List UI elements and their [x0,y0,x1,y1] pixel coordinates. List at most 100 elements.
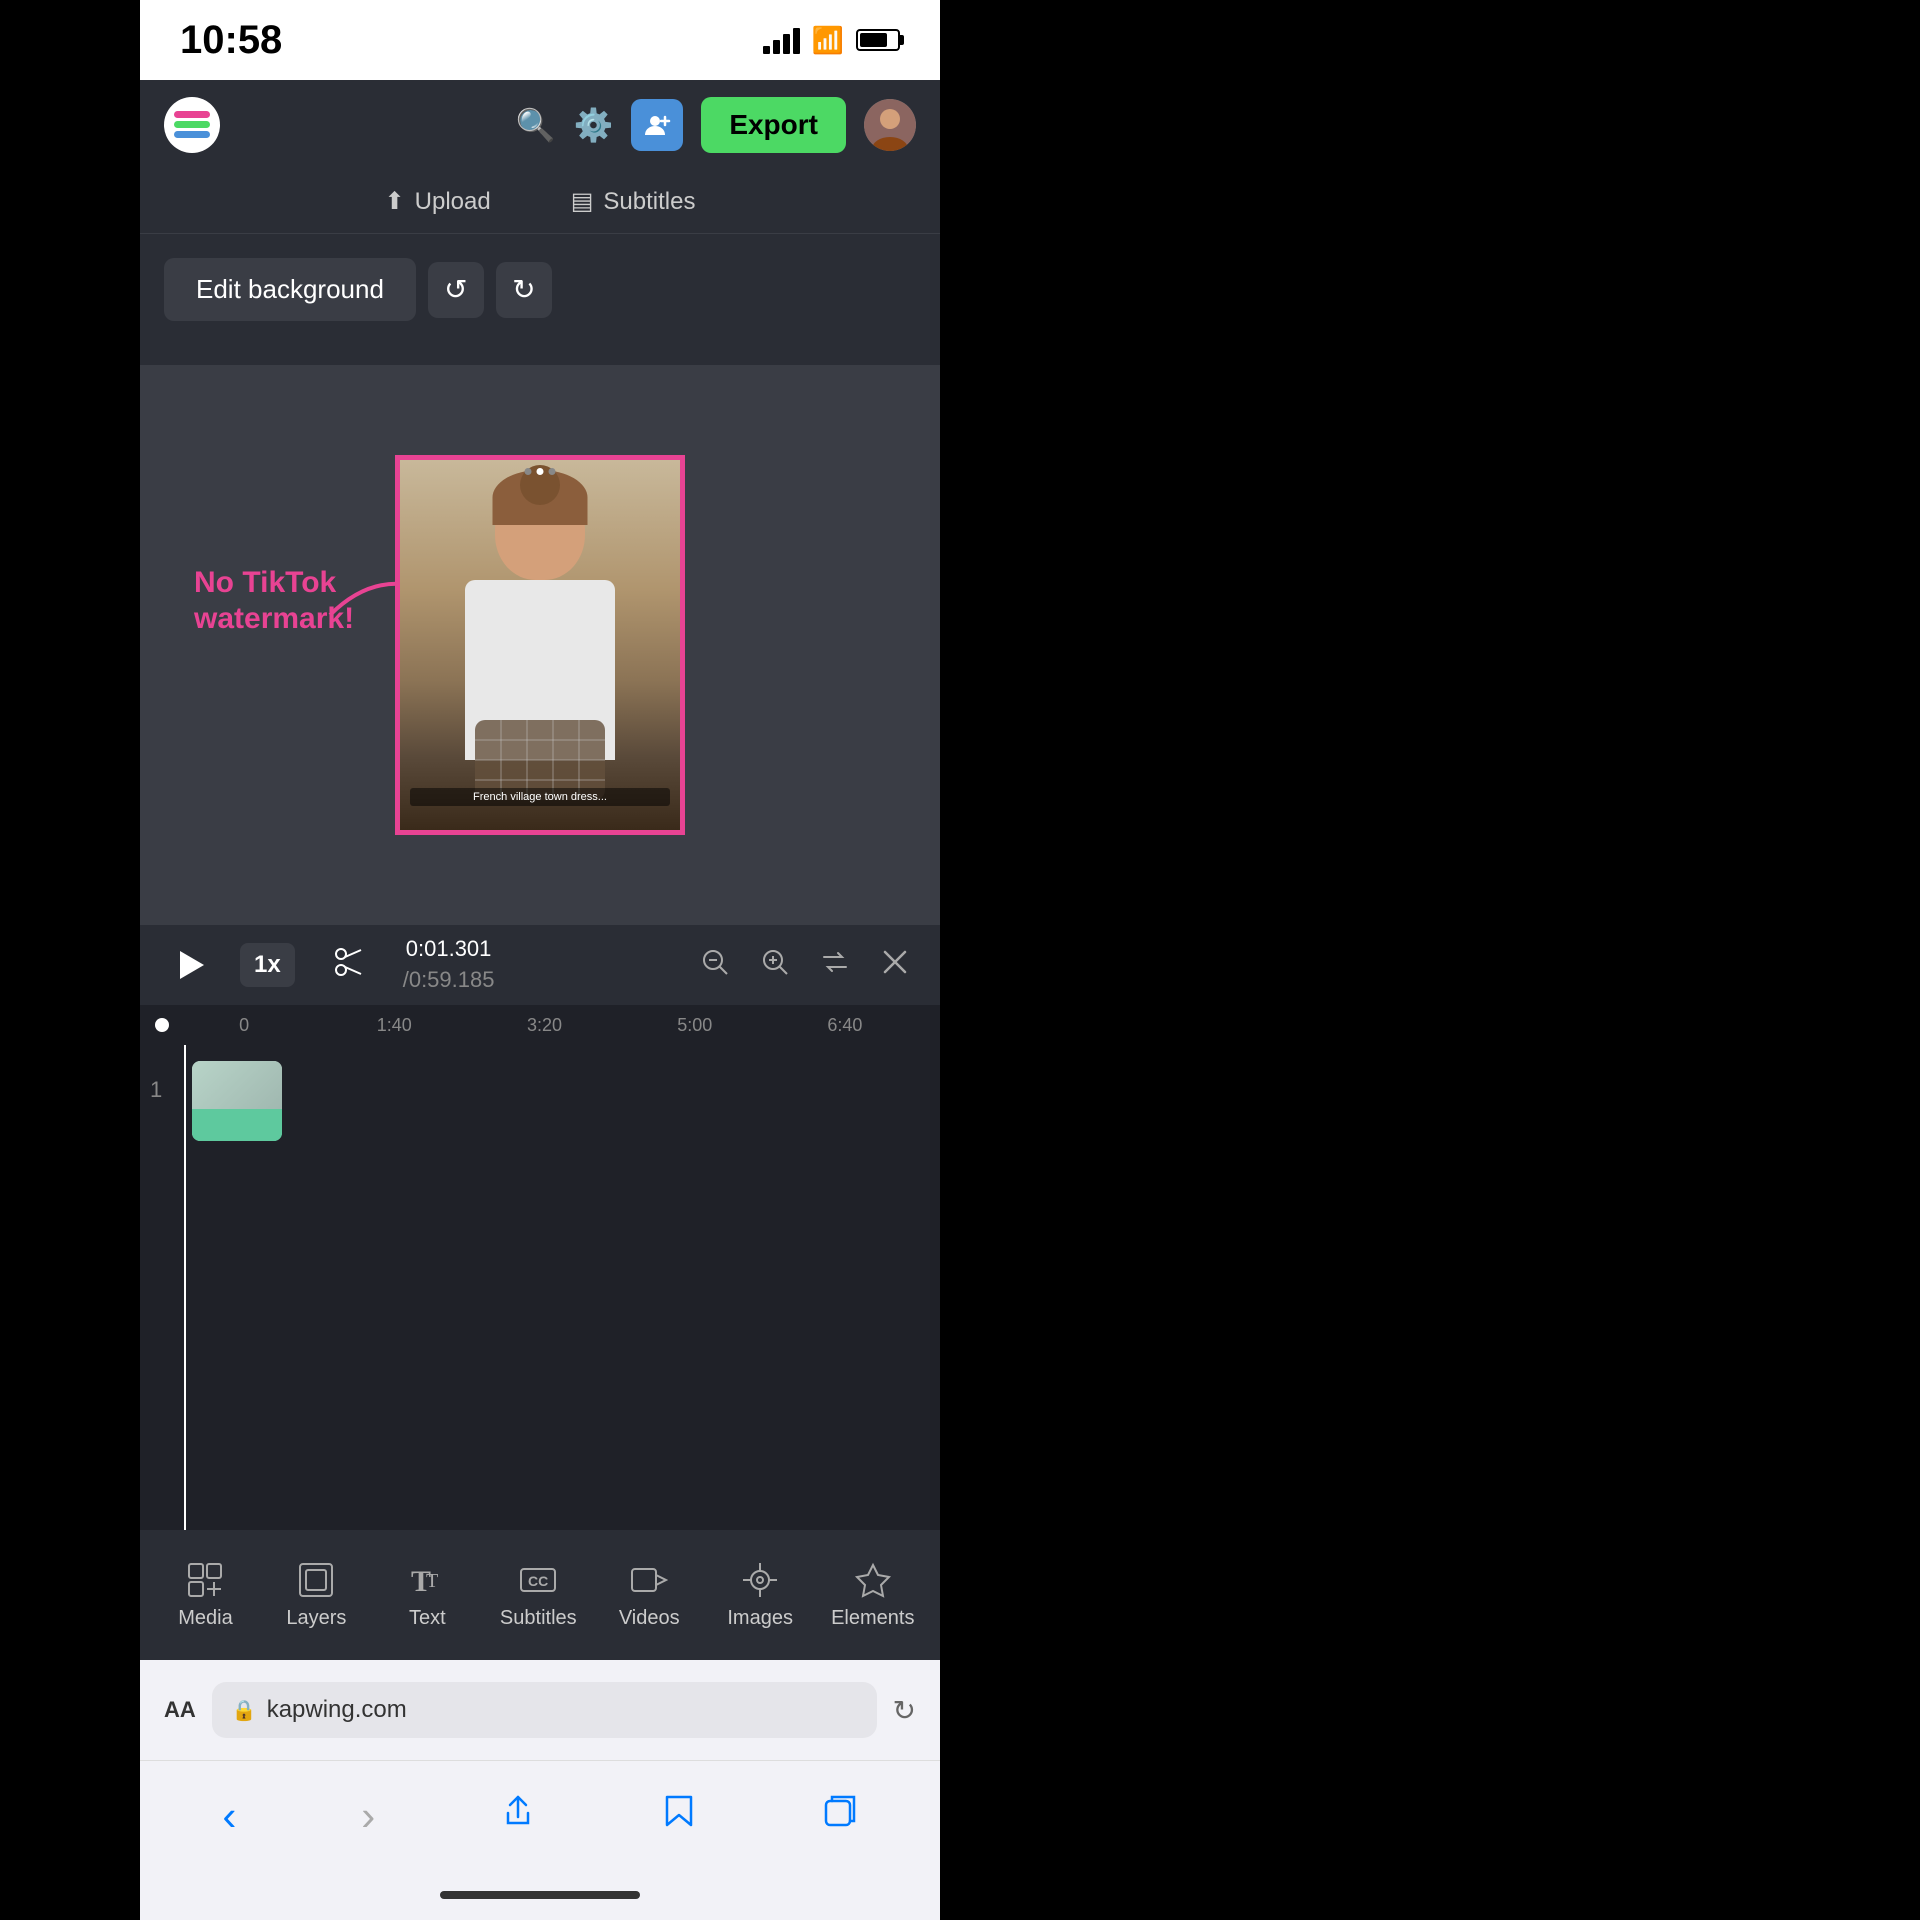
ruler-mark-2: 3:20 [469,1015,619,1036]
search-icon[interactable]: 🔍 [516,106,556,144]
subtitles-label: Subtitles [500,1607,577,1630]
add-user-icon [643,111,671,139]
zoom-in-icon [760,947,790,977]
lock-icon: 🔒 [232,1698,257,1723]
undo-button[interactable]: ↺ [428,262,484,318]
share-icon [500,1793,536,1829]
images-label: Images [727,1607,793,1630]
timeline-area: 1 [140,1045,940,1530]
toolbar-item-images[interactable]: Images [720,1561,800,1630]
svg-text:T: T [426,1570,438,1592]
edit-background-button[interactable]: Edit background [164,258,416,321]
close-icon [880,947,910,977]
share-button[interactable] [480,1783,556,1848]
playback-tools [694,941,916,990]
logo-icon [170,103,214,147]
cut-icon [333,946,365,978]
bookmarks-icon [661,1793,697,1829]
upload-label: Upload [415,188,491,216]
toolbar-item-videos[interactable]: Videos [609,1561,689,1630]
zoom-out-button[interactable] [694,941,736,990]
bookmarks-button[interactable] [641,1783,717,1848]
subtitles-icon: CC [519,1561,557,1599]
settings-icon[interactable]: ⚙️ [573,106,613,144]
video-caption-text: French village town dress... [410,788,670,806]
svg-text:CC: CC [528,1573,548,1589]
videos-label: Videos [619,1607,680,1630]
edit-area: Edit background ↺ ↻ [140,234,940,365]
playhead-line [184,1045,186,1530]
upload-icon: ⬆ [385,187,405,216]
speed-button[interactable]: 1x [240,943,295,987]
cut-button[interactable] [319,938,379,993]
refresh-button[interactable]: ↻ [893,1694,916,1727]
playhead-marker [155,1018,169,1032]
signal-bars-icon [763,26,800,54]
tabs-button[interactable] [802,1783,878,1848]
ruler-mark-0: 0 [169,1015,319,1036]
images-icon [741,1561,779,1599]
track-number-1: 1 [150,1061,180,1103]
media-icon [186,1561,224,1599]
layers-label: Layers [286,1607,346,1630]
elements-icon [854,1561,892,1599]
phone-container: 10:58 📶 🔍 ⚙️ [140,0,940,1920]
swap-button[interactable] [814,941,856,990]
time-display: 0:01.301 /0:59.185 [403,934,495,996]
toolbar-item-text[interactable]: T T Text [387,1561,467,1630]
subtitles-button[interactable]: ▤ Subtitles [571,187,696,216]
timeline-ruler: 0 1:40 3:20 5:00 6:40 [140,1005,940,1045]
layers-icon [297,1561,335,1599]
text-icon: T T [408,1561,446,1599]
play-button[interactable] [164,939,216,991]
ruler-mark-3: 5:00 [620,1015,770,1036]
status-bar: 10:58 📶 [140,0,940,80]
swap-icon [820,947,850,977]
canvas-container: No TikTok watermark! [140,365,940,925]
text-label: Text [409,1607,446,1630]
current-time: 0:01.301 [403,934,495,965]
redo-icon: ↻ [512,273,535,306]
upload-button[interactable]: ⬆ Upload [385,187,491,216]
sub-header: ⬆ Upload ▤ Subtitles [140,170,940,234]
undo-icon: ↺ [444,273,467,306]
logo[interactable] [164,97,220,153]
zoom-in-button[interactable] [754,941,796,990]
elements-label: Elements [831,1607,914,1630]
toolbar-item-elements[interactable]: Elements [831,1561,914,1630]
add-user-button[interactable] [631,99,683,151]
home-indicator [140,1870,940,1920]
subtitles-label: Subtitles [603,188,695,216]
toolbar-item-layers[interactable]: Layers [276,1561,356,1630]
toolbar-item-subtitles[interactable]: CC Subtitles [498,1561,578,1630]
dots-indicator [525,468,556,475]
ruler-mark-1: 1:40 [319,1015,469,1036]
status-time: 10:58 [180,18,282,63]
back-button[interactable]: ‹ [202,1782,256,1850]
browser-bar: AA 🔒 kapwing.com ↻ [140,1660,940,1760]
aa-text[interactable]: AA [164,1697,196,1723]
home-bar [440,1891,640,1899]
battery-icon [856,29,900,51]
track-clip-1[interactable] [192,1061,282,1141]
no-watermark-label: No TikTok watermark! [194,565,354,637]
zoom-out-icon [700,947,730,977]
app-header: 🔍 ⚙️ Export [140,80,940,170]
url-bar[interactable]: 🔒 kapwing.com [212,1682,877,1738]
export-button[interactable]: Export [701,97,846,153]
status-icons: 📶 [763,25,900,56]
tabs-icon [822,1793,858,1829]
video-preview: French village town dress... [395,455,685,835]
forward-button[interactable]: › [341,1782,395,1850]
redo-button[interactable]: ↻ [496,262,552,318]
wifi-icon: 📶 [812,25,844,56]
play-icon [172,947,208,983]
avatar[interactable] [864,99,916,151]
videos-icon [630,1561,668,1599]
playback-bar: 1x 0:01.301 /0:59.185 [140,925,940,1005]
close-button[interactable] [874,941,916,990]
url-text: kapwing.com [267,1696,407,1724]
media-label: Media [178,1607,232,1630]
toolbar-item-media[interactable]: Media [165,1561,245,1630]
header-icons: 🔍 ⚙️ Export [516,97,916,153]
